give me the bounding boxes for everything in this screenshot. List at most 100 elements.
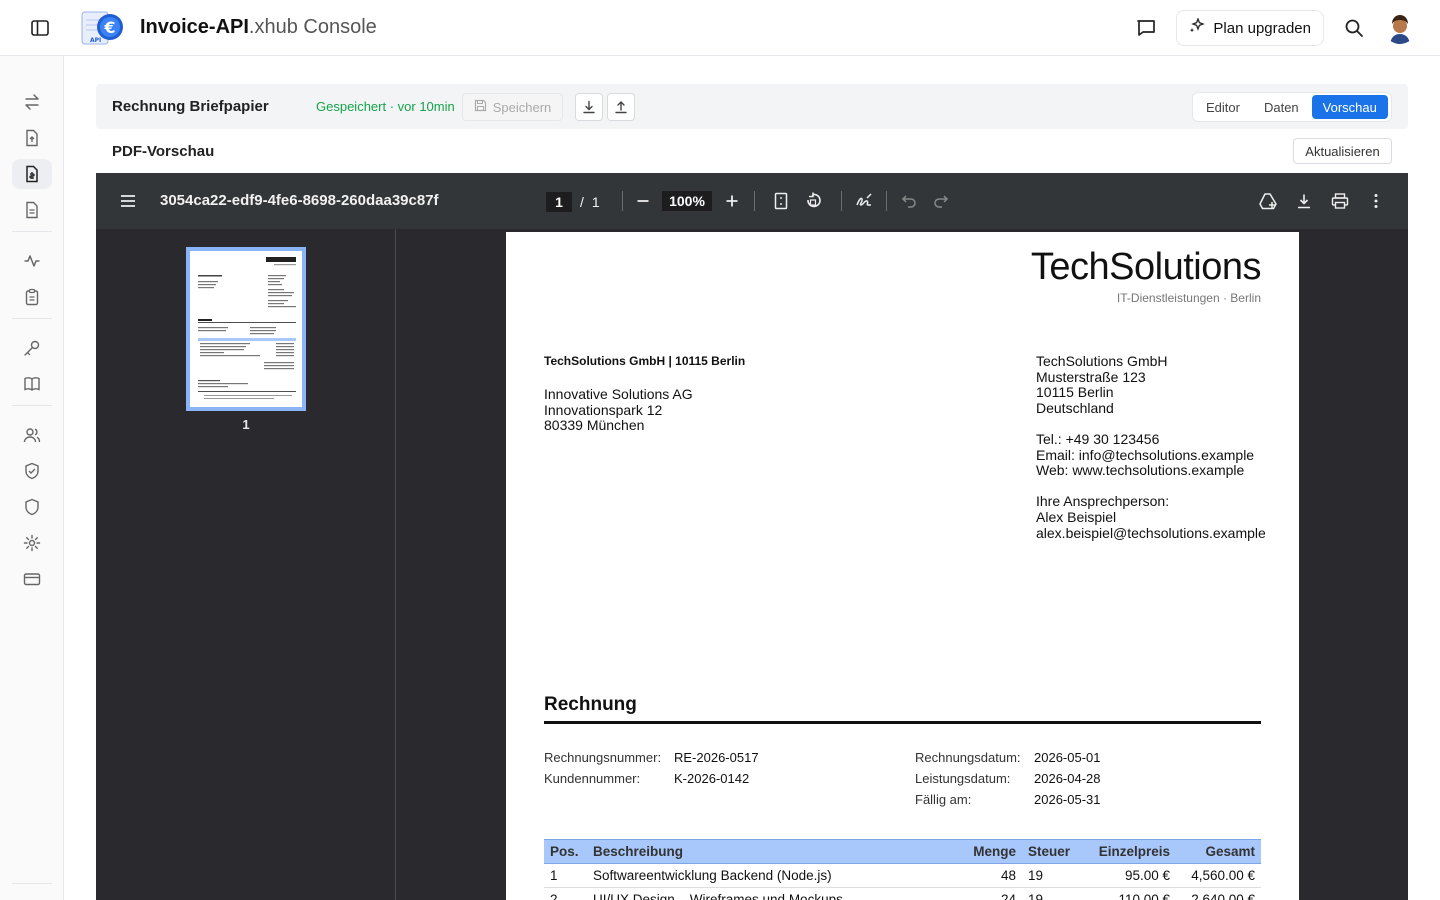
company-street: Musterstraße 123 [1036, 368, 1146, 385]
recipient-line: Innovationspark 12 [544, 401, 663, 418]
pdf-total-pages: 1 [591, 194, 600, 210]
cell-description: UI/UX Design – Wireframes und Mockups [587, 887, 948, 900]
zoom-in-icon[interactable] [720, 189, 744, 213]
meta-value: RE-2026-0517 [674, 750, 759, 765]
invoice-brand: TechSolutions [1030, 246, 1262, 288]
thumbnail-page-number: 1 [242, 417, 250, 432]
meta-key: Rechnungsdatum: [915, 750, 1021, 765]
column-header: Menge [948, 839, 1022, 864]
meta-key: Kundennummer: [544, 771, 641, 786]
download-icon[interactable] [575, 93, 603, 121]
undo-icon[interactable] [897, 189, 921, 213]
tab-vorschau[interactable]: Vorschau [1311, 95, 1388, 119]
save-icon [474, 99, 487, 115]
print-icon[interactable] [1328, 189, 1352, 213]
refresh-button[interactable]: Aktualisieren [1293, 138, 1392, 164]
company-phone: Tel.: +49 30 123456 [1036, 430, 1160, 447]
table-row: 2 UI/UX Design – Wireframes und Mockups … [544, 887, 1261, 900]
upgrade-plan-label: Plan upgraden [1213, 19, 1311, 37]
pdf-menu-icon[interactable] [116, 189, 140, 213]
meta-value: K-2026-0142 [674, 771, 750, 786]
invoice-brand-subtitle: IT-Dienstleistungen · Berlin [1116, 291, 1261, 305]
app-name: Invoice-API [140, 16, 249, 38]
upgrade-plan-button[interactable]: Plan upgraden [1176, 10, 1324, 46]
rail-document-icon[interactable] [12, 195, 52, 225]
pdf-page-input[interactable]: 1 [546, 192, 572, 212]
pdf-zoom-level[interactable]: 100% [662, 191, 712, 211]
pdf-page-separator: / [580, 194, 584, 210]
column-header: Steuer [1022, 839, 1088, 864]
sparkle-icon [1189, 17, 1206, 38]
table-row: 1 Softwareentwicklung Backend (Node.js) … [544, 863, 1261, 888]
rail-card-icon[interactable] [12, 564, 52, 594]
cell-position: 1 [544, 863, 587, 888]
rail-key-icon[interactable] [12, 333, 52, 363]
page-thumbnail[interactable] [186, 247, 306, 411]
line-items-table: Pos. Beschreibung Menge Steuer Einzelpre… [544, 839, 1261, 900]
rail-users-icon[interactable] [12, 420, 52, 450]
company-city: 10115 Berlin [1036, 384, 1114, 401]
document-title: Rechnung Briefpapier [112, 98, 269, 115]
rail-shield-icon[interactable] [12, 492, 52, 522]
rail-book-icon[interactable] [12, 369, 52, 399]
save-label: Speichern [492, 99, 552, 115]
tab-daten[interactable]: Daten [1253, 95, 1310, 119]
table-header-row: Pos. Beschreibung Menge Steuer Einzelpre… [544, 839, 1261, 864]
column-header: Einzelpreis [1088, 839, 1176, 864]
pdf-file-name: 3054ca22-edf9-4fe6-8698-260daa39c87f [160, 192, 439, 209]
rail-shield-check-icon[interactable] [12, 456, 52, 486]
app-title: Invoice-API.xhub Console [140, 16, 377, 39]
thumbnail-pane: 1 [96, 229, 396, 900]
company-info: TechSolutions GmbH Musterstraße 123 1011… [1036, 353, 1266, 541]
pdf-page-area: TechSolutions IT-Dienstleistungen · Berl… [397, 229, 1408, 900]
meta-key: Rechnungsnummer: [544, 750, 662, 765]
pdf-page-indicator: 1 / 1 [546, 192, 600, 212]
pdf-download-icon[interactable] [1292, 189, 1316, 213]
contact-email: alex.beispiel@techsolutions.example [1036, 524, 1266, 541]
tab-editor[interactable]: Editor [1195, 95, 1251, 119]
sidebar-toggle-icon[interactable] [28, 16, 52, 40]
search-icon[interactable] [1338, 12, 1370, 44]
sender-line: TechSolutions GmbH | 10115 Berlin [544, 354, 746, 368]
rail-clipboard-icon[interactable] [12, 282, 52, 312]
cell-unit-price: 95.00 € [1088, 863, 1176, 888]
column-header: Beschreibung [587, 839, 948, 864]
view-tabs: Editor Daten Vorschau [1192, 92, 1392, 122]
cell-total: 4,560.00 € [1176, 863, 1261, 888]
meta-value: 2026-04-28 [1034, 771, 1101, 786]
meta-value: 2026-05-01 [1034, 750, 1101, 765]
app-name-suffix: .xhub Console [248, 16, 377, 38]
pdf-viewer: 3054ca22-edf9-4fe6-8698-260daa39c87f 1 /… [96, 173, 1408, 900]
cell-unit-price: 110.00 € [1088, 887, 1176, 900]
left-rail [0, 56, 64, 900]
save-button[interactable]: Speichern [462, 93, 563, 121]
annotate-icon[interactable] [852, 189, 876, 213]
redo-icon[interactable] [929, 189, 953, 213]
document-toolbar: Rechnung Briefpapier Gespeichert · vor 1… [96, 84, 1408, 129]
drive-save-icon[interactable] [1256, 189, 1280, 213]
rotate-icon[interactable] [801, 189, 825, 213]
cell-position: 2 [544, 887, 587, 900]
rail-invoice-doc-icon[interactable] [12, 159, 52, 189]
recipient-address: Innovative Solutions AG Innovationspark … [544, 386, 693, 434]
rail-activity-icon[interactable] [12, 246, 52, 276]
rail-upload-doc-icon[interactable] [12, 123, 52, 153]
company-email: Email: info@techsolutions.example [1036, 446, 1255, 463]
meta-key: Fällig am: [915, 792, 972, 807]
thumbnail-preview [190, 251, 302, 407]
cell-description: Softwareentwicklung Backend (Node.js) [587, 863, 948, 888]
invoice-heading: Rechnung [544, 694, 637, 715]
chat-icon[interactable] [1130, 12, 1162, 44]
contact-label: Ihre Ansprechperson: [1036, 493, 1170, 510]
cell-tax: 19 [1022, 863, 1088, 888]
svg-text:€: € [103, 18, 115, 37]
zoom-out-icon[interactable] [631, 189, 655, 213]
fit-page-icon[interactable] [769, 189, 793, 213]
rail-transfer-icon[interactable] [12, 87, 52, 117]
user-avatar[interactable] [1384, 12, 1416, 44]
more-options-icon[interactable] [1364, 189, 1388, 213]
rail-settings-icon[interactable] [12, 528, 52, 558]
saved-status: Gespeichert · vor 10min [316, 99, 455, 114]
upload-icon[interactable] [607, 93, 635, 121]
pdf-page: TechSolutions IT-Dienstleistungen · Berl… [506, 232, 1299, 900]
